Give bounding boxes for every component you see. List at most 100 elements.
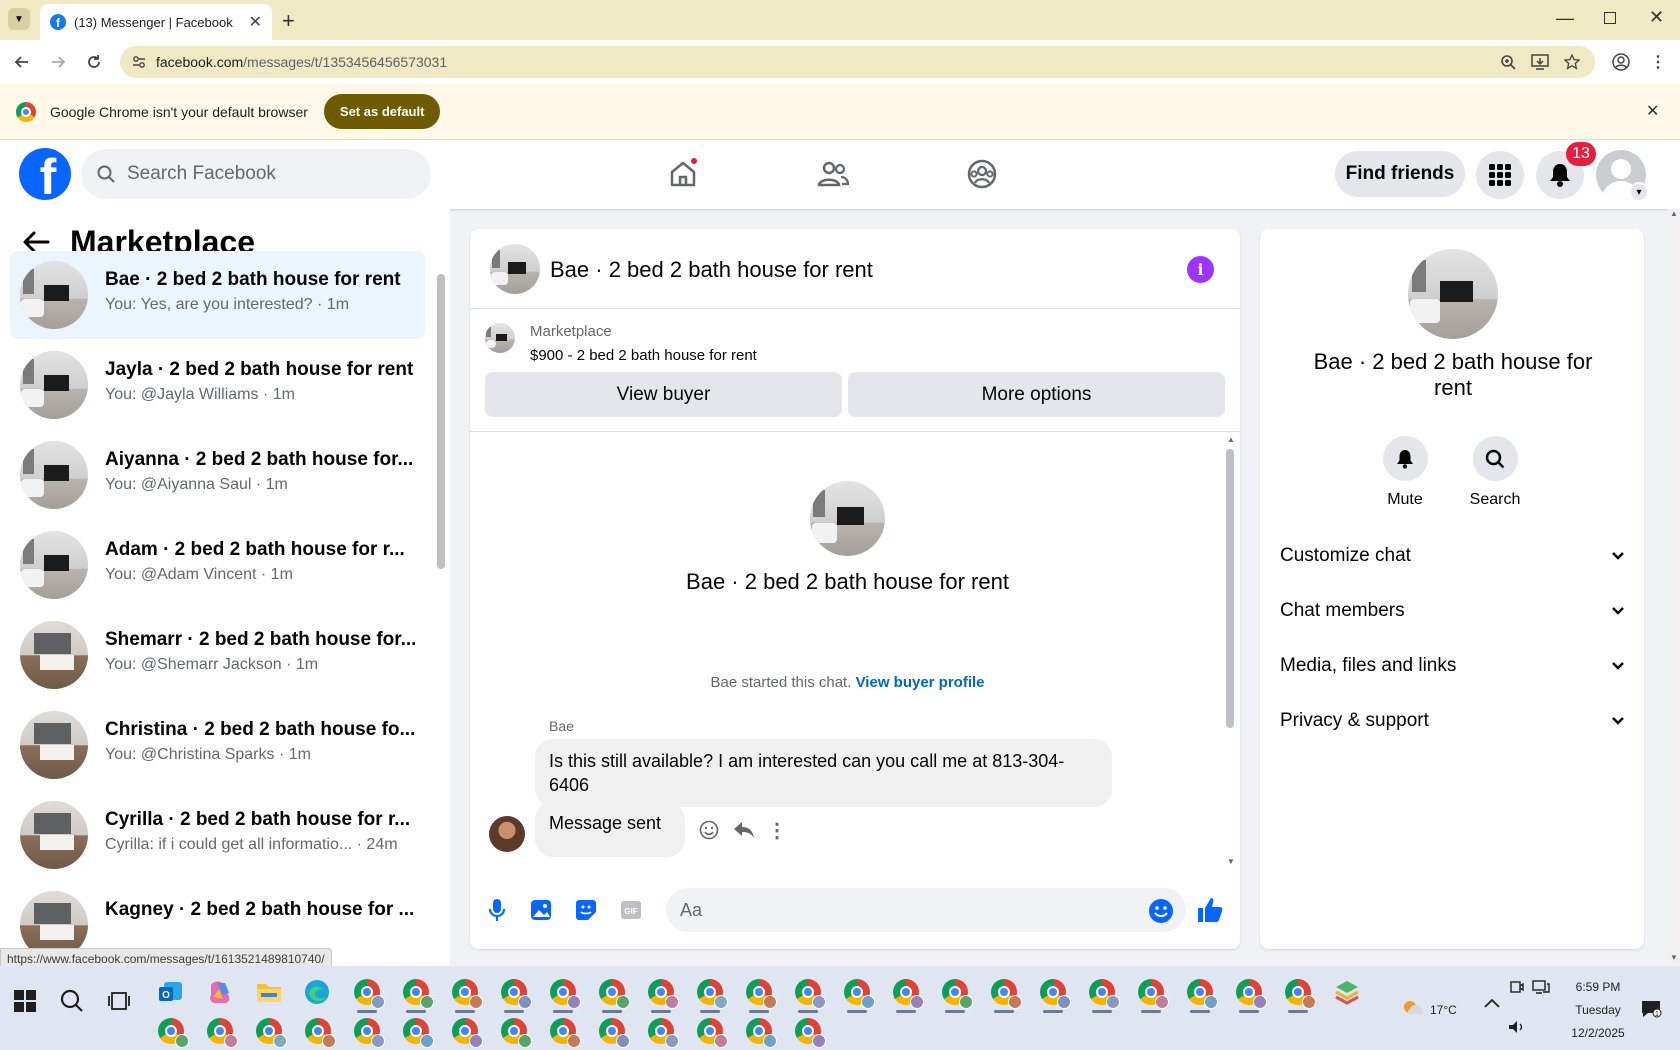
conversation-row[interactable]: Aiyanna · 2 bed 2 bath house for... You: … bbox=[10, 431, 425, 519]
address-bar[interactable]: facebook.com/messages/t/1353456456573031 bbox=[120, 46, 1595, 78]
notification-center-icon[interactable]: 1 bbox=[1640, 1000, 1662, 1018]
profile-icon[interactable] bbox=[1611, 52, 1631, 72]
chrome-profile-taskbar-icon[interactable] bbox=[401, 977, 434, 1013]
details-section-row[interactable]: Privacy & support bbox=[1280, 701, 1625, 741]
chrome-profile-taskbar-icon[interactable] bbox=[989, 977, 1022, 1013]
details-section-row[interactable]: Customize chat bbox=[1280, 536, 1625, 576]
thread-scrollbar[interactable] bbox=[1226, 449, 1234, 728]
meet-now-icon[interactable] bbox=[1510, 980, 1524, 994]
chrome-profile-taskbar-icon[interactable] bbox=[1087, 977, 1120, 1013]
search-conversation-button[interactable]: Search bbox=[1455, 436, 1535, 509]
page-scrollbar[interactable]: ▲ ▼ bbox=[1668, 209, 1680, 966]
home-nav-icon[interactable] bbox=[663, 154, 703, 194]
chrome-profile-taskbar-icon[interactable] bbox=[842, 977, 875, 1013]
conversation-row[interactable]: Bae · 2 bed 2 bath house for rent You: Ye… bbox=[10, 251, 425, 339]
sender-avatar[interactable] bbox=[489, 816, 525, 852]
chrome-profile-taskbar-icon[interactable] bbox=[450, 977, 483, 1013]
volume-icon[interactable] bbox=[1508, 1020, 1526, 1034]
close-tab-icon[interactable]: ✕ bbox=[249, 12, 262, 32]
outgoing-message[interactable]: Message sent bbox=[535, 802, 685, 857]
react-emoji-icon[interactable] bbox=[697, 818, 721, 842]
browser-menu-icon[interactable]: ⋮ bbox=[1648, 52, 1668, 72]
chrome-profile-taskbar-icon[interactable] bbox=[793, 977, 826, 1013]
chrome-profile-taskbar-icon[interactable] bbox=[450, 1016, 483, 1048]
chrome-profile-taskbar-icon[interactable] bbox=[646, 977, 679, 1013]
conversation-row[interactable]: Shemarr · 2 bed 2 bath house for... You: … bbox=[10, 611, 425, 699]
start-windows-icon[interactable] bbox=[10, 986, 40, 1016]
chrome-profile-taskbar-icon[interactable] bbox=[744, 1016, 777, 1048]
chrome-profile-taskbar-icon[interactable] bbox=[695, 977, 728, 1013]
forward-icon[interactable] bbox=[48, 52, 68, 72]
show-hidden-icons-chevron-up-icon[interactable] bbox=[1484, 998, 1500, 1008]
close-window-button[interactable]: ✕ bbox=[1649, 7, 1664, 28]
chrome-profile-taskbar-icon[interactable] bbox=[499, 977, 532, 1013]
chrome-profile-taskbar-icon[interactable] bbox=[940, 977, 973, 1013]
info-icon[interactable]: i bbox=[1187, 256, 1214, 283]
copilot-icon[interactable] bbox=[205, 977, 235, 1007]
clock-time[interactable]: 6:59 PM bbox=[1563, 980, 1633, 994]
emoji-icon[interactable] bbox=[1148, 898, 1174, 924]
clock-day[interactable]: Tuesday bbox=[1563, 1003, 1633, 1017]
chrome-profile-taskbar-icon[interactable] bbox=[793, 1016, 826, 1048]
message-input[interactable]: Aa bbox=[666, 888, 1186, 932]
chrome-profile-taskbar-icon[interactable] bbox=[646, 1016, 679, 1048]
groups-nav-icon[interactable] bbox=[962, 154, 1002, 194]
like-thumb-icon[interactable] bbox=[1197, 896, 1225, 924]
sticker-icon[interactable] bbox=[572, 896, 600, 924]
chrome-profile-taskbar-icon[interactable] bbox=[1283, 977, 1316, 1013]
view-buyer-button[interactable]: View buyer bbox=[485, 372, 842, 417]
file-explorer-icon[interactable] bbox=[254, 977, 284, 1007]
details-section-row[interactable]: Chat members bbox=[1280, 591, 1625, 631]
stack-app-icon[interactable] bbox=[1332, 977, 1362, 1007]
chrome-profile-taskbar-icon[interactable] bbox=[548, 977, 581, 1013]
more-actions-icon[interactable]: ⋮ bbox=[765, 818, 789, 842]
set-as-default-button[interactable]: Set as default bbox=[323, 94, 441, 129]
chrome-profile-taskbar-icon[interactable] bbox=[548, 1016, 581, 1048]
chat-title[interactable]: Bae · 2 bed 2 bath house for rent bbox=[550, 257, 873, 283]
listing-thumbnail[interactable] bbox=[485, 323, 515, 353]
photo-icon[interactable] bbox=[527, 896, 555, 924]
chrome-profile-taskbar-icon[interactable] bbox=[205, 1016, 238, 1048]
chrome-profile-taskbar-icon[interactable] bbox=[352, 1016, 385, 1048]
chrome-profile-taskbar-icon[interactable] bbox=[1136, 977, 1169, 1013]
outlook-icon[interactable]: O bbox=[156, 977, 186, 1007]
chrome-profile-taskbar-icon[interactable] bbox=[254, 1016, 287, 1048]
chrome-profile-taskbar-icon[interactable] bbox=[891, 977, 924, 1013]
chrome-profile-taskbar-icon[interactable] bbox=[499, 1016, 532, 1048]
network-icon[interactable] bbox=[1532, 980, 1550, 994]
page-scroll-up-icon[interactable]: ▲ bbox=[1670, 209, 1678, 218]
conversation-row[interactable]: Christina · 2 bed 2 bath house fo... You:… bbox=[10, 701, 425, 789]
close-infobar-icon[interactable]: ✕ bbox=[1646, 101, 1659, 121]
conversation-row[interactable]: Jayla · 2 bed 2 bath house for rent You: … bbox=[10, 341, 425, 429]
chrome-profile-taskbar-icon[interactable] bbox=[156, 1016, 189, 1048]
thread-scroll-up-icon[interactable]: ▲ bbox=[1227, 435, 1235, 444]
reply-icon[interactable] bbox=[732, 818, 756, 842]
view-buyer-profile-link[interactable]: View buyer profile bbox=[856, 674, 985, 691]
more-options-button[interactable]: More options bbox=[848, 372, 1225, 417]
chat-header-thumbnail[interactable] bbox=[490, 244, 540, 294]
thread-scroll-down-icon[interactable]: ▼ bbox=[1227, 857, 1235, 866]
reload-icon[interactable] bbox=[84, 52, 104, 72]
zoom-icon[interactable] bbox=[1498, 52, 1518, 72]
back-icon[interactable] bbox=[12, 52, 32, 72]
weather-icon[interactable] bbox=[1398, 993, 1428, 1023]
conversation-row[interactable]: Adam · 2 bed 2 bath house for r... You: @… bbox=[10, 521, 425, 609]
install-app-icon[interactable] bbox=[1530, 52, 1550, 72]
new-tab-button[interactable]: + bbox=[282, 8, 295, 34]
incoming-message[interactable]: Is this still available? I am interested… bbox=[535, 739, 1112, 807]
chrome-profile-taskbar-icon[interactable] bbox=[744, 977, 777, 1013]
menu-grid-button[interactable] bbox=[1476, 151, 1524, 199]
microphone-icon[interactable] bbox=[483, 896, 511, 924]
site-info-icon[interactable] bbox=[132, 55, 146, 69]
browser-tab[interactable]: f (13) Messenger | Facebook ✕ bbox=[40, 4, 272, 40]
chrome-profile-taskbar-icon[interactable] bbox=[303, 1016, 336, 1048]
restore-button[interactable] bbox=[1604, 12, 1616, 24]
gif-icon[interactable]: GIF bbox=[617, 896, 645, 924]
account-chevron-down-icon[interactable]: ▾ bbox=[1629, 182, 1649, 202]
temperature[interactable]: 17°C bbox=[1430, 1003, 1457, 1017]
chrome-profile-taskbar-icon[interactable] bbox=[597, 1016, 630, 1048]
mute-button[interactable]: Mute bbox=[1365, 436, 1445, 509]
chrome-profile-taskbar-icon[interactable] bbox=[1234, 977, 1267, 1013]
details-section-row[interactable]: Media, files and links bbox=[1280, 646, 1625, 686]
page-scroll-down-icon[interactable]: ▼ bbox=[1670, 953, 1678, 962]
